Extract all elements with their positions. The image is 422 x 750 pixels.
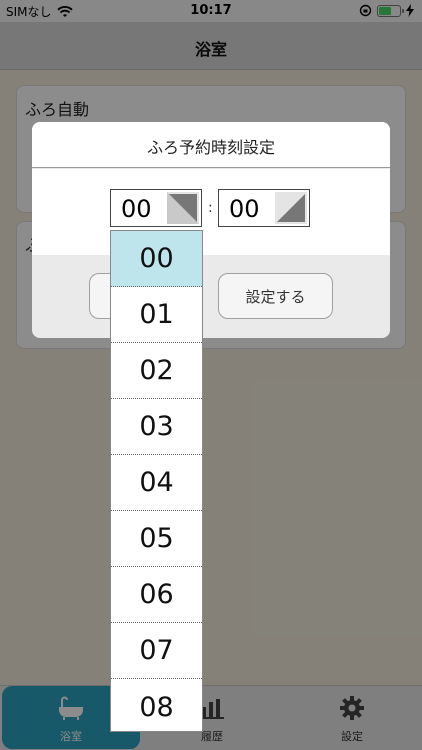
dialog-body: 00 : 00 <box>32 169 390 255</box>
dropdown-arrow-icon <box>167 192 199 224</box>
dialog-header: ふろ予約時刻設定 <box>32 122 390 168</box>
reservation-time-dialog: ふろ予約時刻設定 00 : 00 キ 設定する <box>32 122 390 338</box>
minute-select[interactable]: 00 <box>218 189 310 227</box>
hour-option[interactable]: 05 <box>111 511 202 567</box>
hour-option[interactable]: 04 <box>111 455 202 511</box>
confirm-button[interactable]: 設定する <box>218 273 333 319</box>
hour-option[interactable]: 03 <box>111 399 202 455</box>
hour-option[interactable]: 07 <box>111 623 202 679</box>
minute-value: 00 <box>229 195 260 223</box>
hour-dropdown-list[interactable]: 00 01 02 03 04 05 06 07 08 <box>110 230 203 732</box>
dropdown-arrow-icon <box>275 192 307 224</box>
modal-overlay[interactable] <box>0 0 422 750</box>
hour-option[interactable]: 06 <box>111 567 202 623</box>
hour-option[interactable]: 02 <box>111 343 202 399</box>
hour-option[interactable]: 01 <box>111 287 202 343</box>
time-separator: : <box>208 200 213 216</box>
hour-option[interactable]: 00 <box>111 231 202 287</box>
hour-value: 00 <box>121 195 152 223</box>
hour-select[interactable]: 00 <box>110 189 202 227</box>
dialog-title: ふろ予約時刻設定 <box>146 138 275 157</box>
hour-option[interactable]: 08 <box>111 679 202 731</box>
